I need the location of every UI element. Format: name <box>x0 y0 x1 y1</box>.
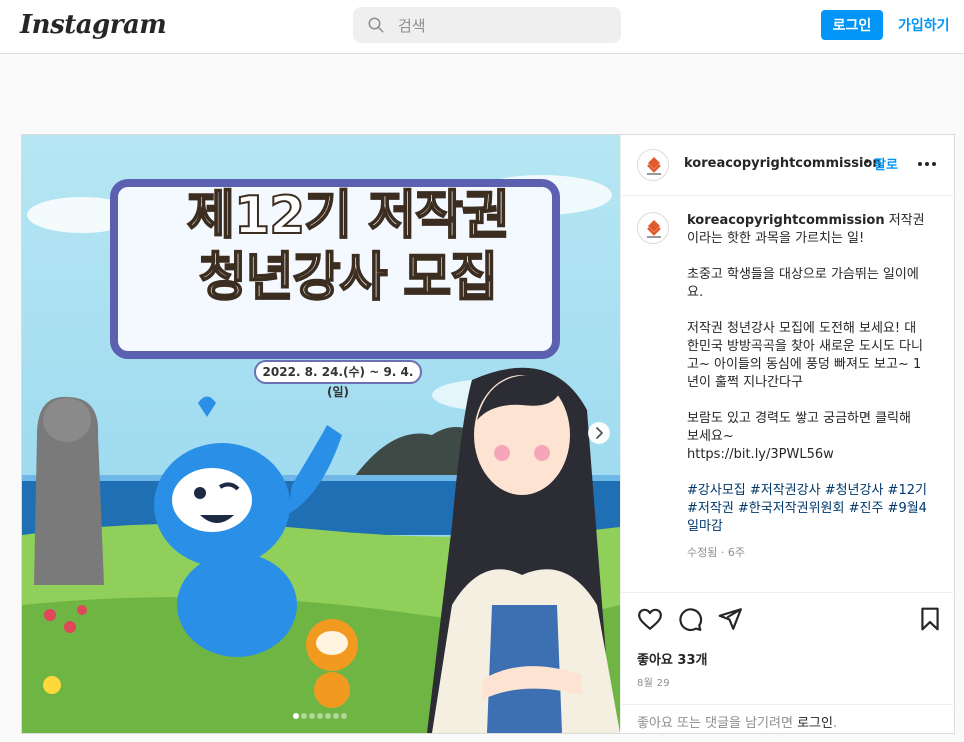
post-date: 8월 29 <box>637 678 670 689</box>
image-title: 제12기 저작권 청년강사 모집 <box>142 185 554 309</box>
signup-link[interactable]: 가입하기 <box>898 15 950 35</box>
post-username[interactable]: koreacopyrightcommission <box>684 156 882 171</box>
slide-dot <box>317 713 323 719</box>
search-placeholder[interactable]: 검색 <box>398 15 426 36</box>
image-title-line-2: 청년강사 모집 <box>198 247 499 309</box>
like-count[interactable]: 좋아요 33개 <box>637 649 707 668</box>
share-icon[interactable] <box>717 606 743 632</box>
post-header: koreacopyrightcommission • 팔로 <box>621 135 956 196</box>
search-icon <box>368 17 384 33</box>
slide-dot <box>341 713 347 719</box>
post-caption: koreacopyrightcommission 저작권이라는 핫한 과목을 가… <box>687 212 927 536</box>
post-actions: 좋아요 33개 8월 29 <box>621 592 956 704</box>
caption-username[interactable]: koreacopyrightcommission <box>687 213 885 228</box>
caption-line-2: 초중고 학생들을 대상으로 가슴뛰는 일이에요. <box>687 267 919 300</box>
slide-dot <box>301 713 307 719</box>
post-image[interactable]: 제12기 저작권 청년강사 모집 2022. 8. 24.(수) ~ 9. 4.… <box>22 135 620 733</box>
more-options-icon[interactable] <box>917 161 937 167</box>
comment-prompt: 좋아요 또는 댓글을 남기려면 <box>637 716 798 731</box>
caption-hashtags[interactable]: #강사모집 #저작권강사 #청년강사 #12기 #저작권 #한국저작권위원회 #… <box>687 483 931 534</box>
slide-dot <box>325 713 331 719</box>
top-navigation-bar: Instagram 검색 로그인 가입하기 <box>0 0 964 54</box>
comment-login-prompt: 좋아요 또는 댓글을 남기려면 로그인. <box>621 704 956 733</box>
search-box[interactable]: 검색 <box>353 7 621 43</box>
next-slide-button[interactable] <box>588 422 610 444</box>
image-date-range: 2022. 8. 24.(수) ~ 9. 4.(일) <box>254 360 422 399</box>
image-title-line-1: 제12기 저작권 <box>186 185 511 247</box>
edited-timestamp: 수정됨 · 6주 <box>687 546 745 559</box>
slide-dot-active <box>293 713 299 719</box>
commission-logo-icon <box>647 220 661 238</box>
avatar[interactable] <box>637 149 669 181</box>
post-side-panel: koreacopyrightcommission • 팔로 koreacopyr… <box>620 135 956 733</box>
caption-line-3: 저작권 청년강사 모집에 도전해 보세요! 대한민국 방방곡곡을 찾아 새로운 … <box>687 321 923 390</box>
slide-dot <box>309 713 315 719</box>
avatar[interactable] <box>637 212 669 244</box>
follow-button[interactable]: 팔로 <box>874 154 898 173</box>
commission-logo-icon <box>647 157 661 175</box>
instagram-logo[interactable]: Instagram <box>20 10 167 40</box>
separator-dot: • <box>863 155 871 170</box>
bookmark-icon[interactable] <box>917 606 943 632</box>
heart-icon[interactable] <box>637 606 663 632</box>
comment-icon[interactable] <box>677 606 703 632</box>
caption-line-4: 보람도 있고 경력도 쌓고 궁금하면 클릭해 보세요~ <box>687 411 916 444</box>
comment-prompt-end: . <box>832 716 838 731</box>
caption-link[interactable]: https://bit.ly/3PWL56w <box>687 447 834 462</box>
slide-indicator <box>293 713 347 719</box>
caption-area: koreacopyrightcommission 저작권이라는 핫한 과목을 가… <box>621 196 956 592</box>
login-button[interactable]: 로그인 <box>821 10 883 40</box>
post-card: 제12기 저작권 청년강사 모집 2022. 8. 24.(수) ~ 9. 4.… <box>21 134 956 734</box>
slide-dot <box>333 713 339 719</box>
comment-prompt-text: 좋아요 또는 댓글을 남기려면 로그인. <box>637 712 837 731</box>
comment-login-link[interactable]: 로그인 <box>797 716 833 731</box>
